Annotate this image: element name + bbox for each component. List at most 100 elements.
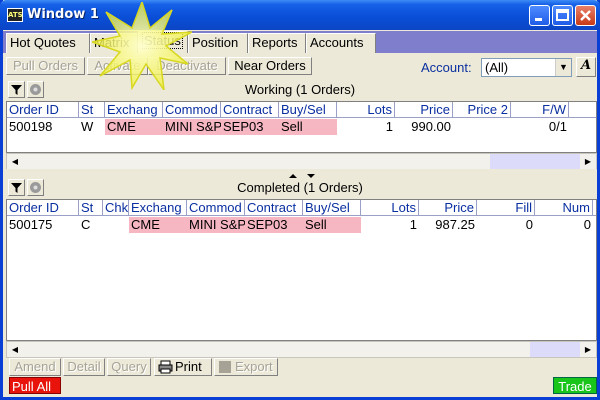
cell-st: W (81, 119, 94, 134)
working-filter-button[interactable] (8, 81, 25, 98)
title-bar[interactable]: ATS Window 1 (0, 0, 600, 30)
col-price[interactable]: Price (395, 102, 453, 118)
col-st[interactable]: St (79, 200, 103, 216)
completed-hscrollbar[interactable]: ◀ ▶ (6, 341, 597, 358)
working-hscrollbar[interactable]: ◀ ▶ (6, 153, 597, 170)
account-select[interactable]: (All) ▼ (481, 58, 572, 77)
completed-grid: Order ID St Chk Exchang Commod Contract … (6, 199, 597, 341)
cell-st: C (81, 217, 91, 232)
completed-header-row: Order ID St Chk Exchang Commod Contract … (7, 200, 596, 216)
cell-buy-sell: Sell (279, 119, 337, 135)
cell-chk (103, 217, 129, 233)
working-header: Working (1 Orders) (3, 80, 597, 100)
printer-icon (158, 360, 173, 374)
col-order-id[interactable]: Order ID (7, 200, 79, 216)
completed-header: Completed (1 Orders) (3, 178, 597, 198)
col-commodity[interactable]: Commod (163, 102, 221, 118)
print-button[interactable]: Print (154, 358, 212, 376)
col-extra (593, 200, 596, 216)
tab-status[interactable]: Status (138, 31, 188, 53)
col-num[interactable]: Num (535, 200, 593, 216)
cell-buy-sell: Sell (303, 217, 361, 233)
table-row[interactable]: 500198 W CME MINI S&P SEP03 Sell 1 990.0… (7, 119, 596, 135)
col-commodity[interactable]: Commod (187, 200, 245, 216)
col-price-2[interactable]: Price 2 (453, 102, 511, 118)
main-window: ATS Window 1 Hot Quotes Matrix Status Po… (0, 0, 600, 400)
disc-icon (30, 84, 41, 95)
tab-matrix[interactable]: Matrix (90, 33, 138, 53)
col-exchange[interactable]: Exchang (105, 102, 163, 118)
trade-indicator[interactable]: Trade (553, 377, 597, 394)
cell-order-id: 500175 (9, 217, 53, 232)
col-chk[interactable]: Chk (103, 200, 129, 216)
filter-icon (11, 183, 22, 193)
filter-icon (11, 85, 22, 95)
scroll-right-icon[interactable]: ▶ (580, 342, 596, 357)
tab-hot-quotes[interactable]: Hot Quotes (6, 33, 90, 53)
completed-filter-button[interactable] (8, 179, 25, 196)
pane-splitter[interactable] (3, 169, 597, 178)
font-button[interactable]: A (576, 57, 596, 77)
maximize-icon (556, 9, 569, 21)
col-lots[interactable]: Lots (361, 200, 419, 216)
col-exchange[interactable]: Exchang (129, 200, 187, 216)
cell-lots: 1 (409, 217, 417, 232)
export-icon (219, 361, 231, 373)
col-st[interactable]: St (79, 102, 105, 118)
working-title: Working (1 Orders) (244, 82, 356, 97)
app-icon: ATS (7, 8, 23, 22)
disc-icon (30, 182, 41, 193)
scroll-thumb[interactable] (490, 154, 580, 169)
tab-bar: Hot Quotes Matrix Status Position Report… (3, 31, 597, 53)
scroll-thumb[interactable] (530, 342, 580, 357)
col-price[interactable]: Price (419, 200, 477, 216)
table-row[interactable]: 500175 C CME MINI S&P SEP03 Sell 1 987.2… (7, 217, 596, 233)
col-extra (569, 102, 596, 118)
cell-exchange: CME (105, 119, 163, 135)
chevron-down-icon[interactable]: ▼ (555, 59, 571, 76)
close-button[interactable] (575, 5, 596, 26)
scroll-right-icon[interactable]: ▶ (580, 154, 596, 169)
col-buy-sell[interactable]: Buy/Sel (303, 200, 361, 216)
completed-toggle-button[interactable] (27, 179, 44, 196)
scroll-left-icon[interactable]: ◀ (7, 154, 23, 169)
cell-order-id: 500198 (9, 119, 53, 134)
maximize-button[interactable] (552, 5, 573, 26)
col-fw[interactable]: F/W (511, 102, 569, 118)
cell-price: 987.25 (435, 217, 475, 232)
deactivate-button[interactable]: Deactivate (148, 57, 226, 75)
working-grid: Order ID St Exchang Commod Contract Buy/… (6, 101, 597, 153)
col-contract[interactable]: Contract (221, 102, 279, 118)
tab-position[interactable]: Position (188, 33, 248, 53)
pull-all-indicator[interactable]: Pull All (9, 377, 61, 394)
cell-fill: 0 (525, 217, 533, 232)
col-contract[interactable]: Contract (245, 200, 303, 216)
activate-button[interactable]: Activate (87, 57, 148, 75)
cell-commodity: MINI S&P (187, 217, 245, 233)
pull-orders-button[interactable]: Pull Orders (6, 57, 85, 75)
near-orders-button[interactable]: Near Orders (228, 57, 312, 75)
cell-commodity: MINI S&P (163, 119, 221, 135)
working-toggle-button[interactable] (27, 81, 44, 98)
amend-button[interactable]: Amend (9, 358, 61, 376)
account-label: Account: (421, 60, 472, 75)
minimize-icon (535, 18, 542, 21)
tab-accounts[interactable]: Accounts (306, 33, 376, 53)
export-button[interactable]: Export (214, 358, 278, 376)
col-buy-sell[interactable]: Buy/Sel (279, 102, 337, 118)
cell-contract: SEP03 (221, 119, 279, 135)
col-lots[interactable]: Lots (337, 102, 395, 118)
col-order-id[interactable]: Order ID (7, 102, 79, 118)
cell-lots: 1 (385, 119, 393, 134)
query-button[interactable]: Query (107, 358, 151, 376)
working-header-row: Order ID St Exchang Commod Contract Buy/… (7, 102, 596, 118)
detail-button[interactable]: Detail (63, 358, 105, 376)
cell-price-2 (453, 119, 511, 135)
tab-reports[interactable]: Reports (248, 33, 306, 53)
cell-exchange: CME (129, 217, 187, 233)
col-fill[interactable]: Fill (477, 200, 535, 216)
minimize-button[interactable] (529, 5, 550, 26)
cell-fw: 0/1 (548, 119, 567, 134)
scroll-left-icon[interactable]: ◀ (7, 342, 23, 357)
cell-price: 990.00 (411, 119, 451, 134)
